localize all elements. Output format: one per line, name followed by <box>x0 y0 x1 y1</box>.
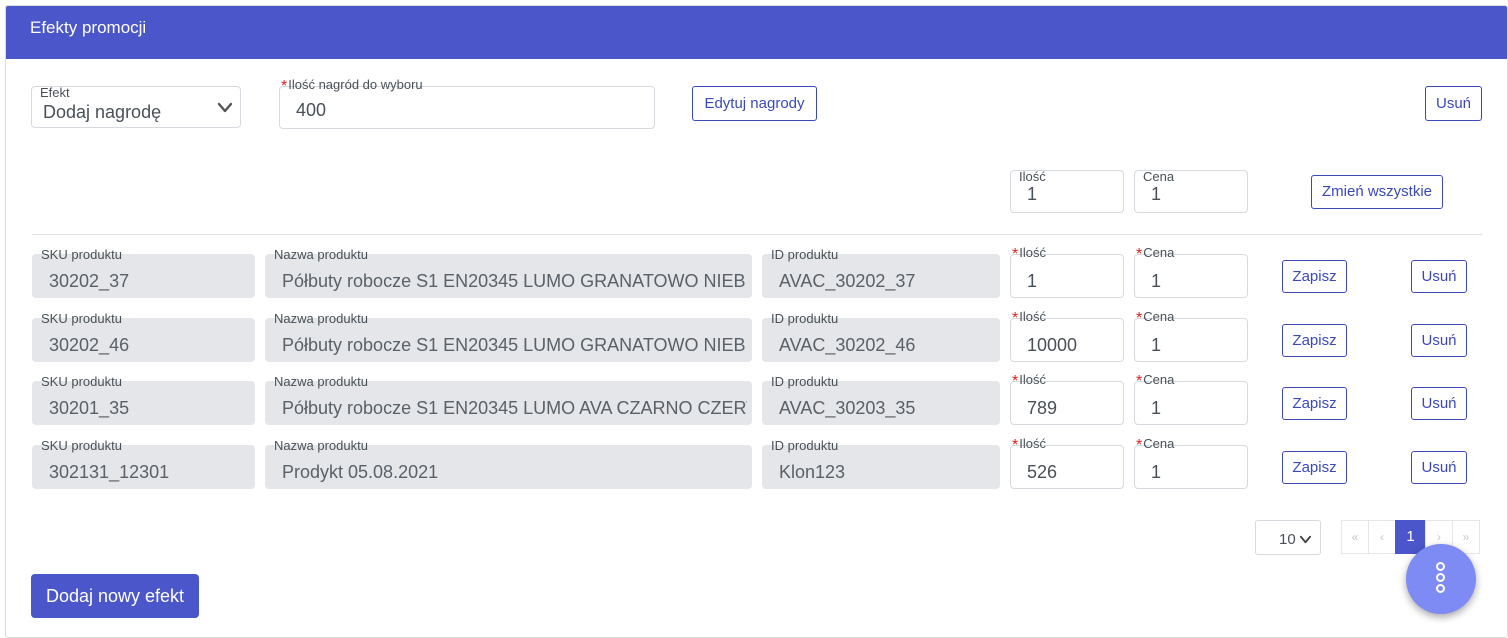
row-qty-value: 1 <box>1027 271 1038 291</box>
save-row-button[interactable]: Zapisz <box>1282 324 1347 357</box>
sku-value: 30202_37 <box>49 271 130 291</box>
product-id-value: AVAC_30202_37 <box>779 271 916 291</box>
card-title: Efekty promocji <box>30 18 147 37</box>
product-name-field: Nazwa produktu Półbuty robocze S1 EN2034… <box>265 312 752 362</box>
product-name-label: Nazwa produktu <box>274 374 368 389</box>
row-qty-value: 526 <box>1027 462 1058 482</box>
save-row-button[interactable]: Zapisz <box>1282 260 1347 293</box>
product-name-value: Prodykt 05.08.2021 <box>282 462 439 482</box>
chevron-down-icon <box>1300 535 1311 544</box>
bulk-qty-field[interactable]: Ilość 1 <box>1010 170 1124 213</box>
row-price-field[interactable]: *Cena 1 <box>1134 373 1248 425</box>
product-name-field: Nazwa produktu Półbuty robocze S1 EN2034… <box>265 375 752 425</box>
sku-field: SKU produktu 30202_46 <box>32 312 255 362</box>
more-vertical-icon-dot <box>1436 573 1445 582</box>
sku-value: 30201_35 <box>49 398 130 418</box>
chevron-down-icon <box>217 102 233 113</box>
product-id-value: AVAC_30203_35 <box>779 398 916 418</box>
change-all-button[interactable]: Zmień wszystkie <box>1311 175 1443 209</box>
product-id-field: ID produktu AVAC_30202_37 <box>762 248 1000 298</box>
row-price-field[interactable]: *Cena 1 <box>1134 246 1248 298</box>
card-header: Efekty promocji <box>6 6 1507 59</box>
delete-effect-button[interactable]: Usuń <box>1425 86 1482 121</box>
row-qty-label: *Ilość <box>1012 372 1046 390</box>
row-price-value: 1 <box>1151 271 1162 291</box>
product-name-value: Półbuty robocze S1 EN20345 LUMO GRANATOW… <box>282 335 747 355</box>
reward-count-label: *Ilość nagród do wyboru <box>281 77 423 95</box>
product-name-field: Nazwa produktu Prodykt 05.08.2021 <box>265 439 752 489</box>
sku-label: SKU produktu <box>41 247 122 262</box>
product-id-value: Klon123 <box>779 462 846 482</box>
add-effect-button[interactable]: Dodaj nowy efekt <box>31 574 199 618</box>
row-qty-label: *Ilość <box>1012 436 1046 454</box>
row-qty-field[interactable]: *Ilość 1 <box>1010 246 1124 298</box>
row-price-field[interactable]: *Cena 1 <box>1134 310 1248 362</box>
row-price-label: *Cena <box>1136 309 1175 327</box>
row-price-value: 1 <box>1151 335 1162 355</box>
prev-page-button[interactable]: ‹ <box>1368 520 1396 554</box>
bulk-price-value: 1 <box>1151 184 1162 204</box>
edit-rewards-button[interactable]: Edytuj nagrody <box>692 86 817 121</box>
bulk-qty-value: 1 <box>1027 184 1038 204</box>
sku-label: SKU produktu <box>41 311 122 326</box>
row-qty-label: *Ilość <box>1012 309 1046 327</box>
row-qty-field[interactable]: *Ilość 526 <box>1010 437 1124 489</box>
row-qty-field[interactable]: *Ilość 10000 <box>1010 310 1124 362</box>
sku-field: SKU produktu 302131_12301 <box>32 439 255 489</box>
delete-row-button[interactable]: Usuń <box>1411 324 1467 357</box>
effect-type-select[interactable]: Efekt Dodaj nagrodę <box>31 86 241 128</box>
row-price-label: *Cena <box>1136 245 1175 263</box>
product-id-field: ID produktu AVAC_30202_46 <box>762 312 1000 362</box>
product-id-label: ID produktu <box>771 438 839 453</box>
delete-row-button[interactable]: Usuń <box>1411 387 1467 420</box>
save-row-button[interactable]: Zapisz <box>1282 387 1347 420</box>
more-vertical-icon-dot <box>1436 584 1445 593</box>
first-page-button[interactable]: « <box>1341 520 1369 554</box>
page-size-select[interactable]: 10 <box>1255 520 1321 555</box>
product-name-label: Nazwa produktu <box>274 311 368 326</box>
sku-label: SKU produktu <box>41 438 122 453</box>
bulk-qty-label: Ilość <box>1019 169 1046 184</box>
row-qty-label: *Ilość <box>1012 245 1046 263</box>
more-vertical-icon <box>1436 562 1445 571</box>
row-qty-field[interactable]: *Ilość 789 <box>1010 373 1124 425</box>
sku-value: 302131_12301 <box>49 462 170 482</box>
product-name-label: Nazwa produktu <box>274 438 368 453</box>
fab-menu-button[interactable] <box>1406 544 1476 614</box>
bulk-price-label: Cena <box>1143 169 1175 184</box>
product-id-field: ID produktu AVAC_30203_35 <box>762 375 1000 425</box>
row-price-label: *Cena <box>1136 372 1175 390</box>
product-id-field: ID produktu Klon123 <box>762 439 1000 489</box>
row-price-value: 1 <box>1151 398 1162 418</box>
sku-field: SKU produktu 30202_37 <box>32 248 255 298</box>
reward-count-value: 400 <box>296 100 327 120</box>
product-id-label: ID produktu <box>771 311 839 326</box>
sku-value: 30202_46 <box>49 335 130 355</box>
row-price-label: *Cena <box>1136 436 1175 454</box>
divider <box>32 234 1482 235</box>
effect-type-value: Dodaj nagrodę <box>43 102 162 122</box>
reward-count-field[interactable]: *Ilość nagród do wyboru 400 <box>279 78 655 129</box>
delete-row-button[interactable]: Usuń <box>1411 451 1467 484</box>
product-name-value: Półbuty robocze S1 EN20345 LUMO AVA CZAR… <box>282 398 747 418</box>
promotion-effects-card: Efekty promocji Efekt Dodaj nagrodę *Ilo… <box>5 5 1508 638</box>
bulk-price-field[interactable]: Cena 1 <box>1134 170 1248 213</box>
product-name-label: Nazwa produktu <box>274 247 368 262</box>
product-id-label: ID produktu <box>771 374 839 389</box>
sku-field: SKU produktu 30201_35 <box>32 375 255 425</box>
product-id-value: AVAC_30202_46 <box>779 335 916 355</box>
row-qty-value: 789 <box>1027 398 1058 418</box>
save-row-button[interactable]: Zapisz <box>1282 451 1347 484</box>
page-size-value: 10 <box>1279 531 1296 548</box>
effect-type-label: Efekt <box>40 85 70 100</box>
product-name-value: Półbuty robocze S1 EN20345 LUMO GRANATOW… <box>282 271 747 291</box>
product-id-label: ID produktu <box>771 247 839 262</box>
row-price-value: 1 <box>1151 462 1162 482</box>
sku-label: SKU produktu <box>41 374 122 389</box>
product-name-field: Nazwa produktu Półbuty robocze S1 EN2034… <box>265 248 752 298</box>
row-price-field[interactable]: *Cena 1 <box>1134 437 1248 489</box>
delete-row-button[interactable]: Usuń <box>1411 260 1467 293</box>
row-qty-value: 10000 <box>1027 335 1078 355</box>
